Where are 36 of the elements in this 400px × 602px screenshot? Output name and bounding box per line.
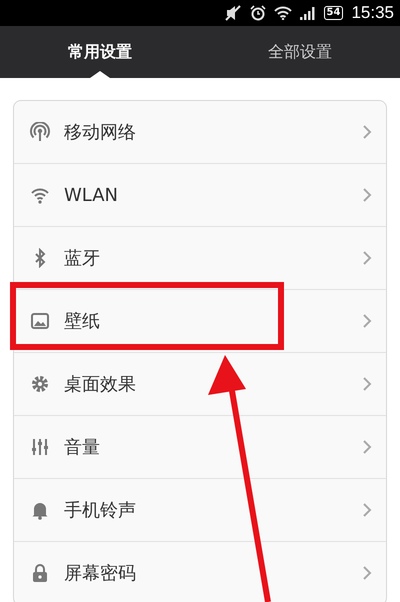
alarm-icon [250, 5, 266, 21]
tab[interactable]: 全部设置 [200, 26, 400, 78]
mute-icon [224, 5, 242, 21]
battery-level: 54 [324, 6, 344, 20]
settings-item[interactable]: 音量 [14, 416, 386, 479]
signal-icon [300, 6, 316, 20]
chevron-icon [362, 251, 372, 265]
gear-icon [30, 374, 50, 394]
chevron-icon [362, 314, 372, 328]
item-label: 屏幕密码 [64, 562, 137, 585]
settings-item[interactable]: WLAN [14, 164, 386, 227]
item-label: WLAN [64, 184, 120, 206]
chevron-icon [362, 440, 372, 454]
chevron-icon [362, 188, 372, 202]
settings-item[interactable]: 移动网络 [14, 101, 386, 164]
chevron-icon [362, 566, 372, 580]
settings-item[interactable]: 屏幕密码 [14, 542, 386, 602]
item-label: 桌面效果 [64, 373, 137, 396]
chevron-icon [362, 503, 372, 517]
item-label: 手机铃声 [64, 499, 137, 522]
chevron-icon [362, 125, 372, 139]
signal-tower-icon [30, 122, 50, 142]
item-label: 壁纸 [64, 310, 101, 333]
lock-icon [30, 563, 50, 583]
settings-item[interactable]: 蓝牙 [14, 227, 386, 290]
settings-item[interactable]: 手机铃声 [14, 479, 386, 542]
equalizer-icon [30, 437, 50, 457]
image-icon [30, 311, 50, 331]
item-label: 蓝牙 [64, 247, 101, 270]
item-label: 音量 [64, 436, 101, 459]
settings-item[interactable]: 壁纸 [14, 290, 386, 353]
item-label: 移动网络 [64, 121, 137, 144]
chevron-icon [362, 377, 372, 391]
bell-icon [30, 500, 50, 520]
wifi-icon [274, 6, 292, 20]
status-time: 15:35 [351, 3, 394, 23]
